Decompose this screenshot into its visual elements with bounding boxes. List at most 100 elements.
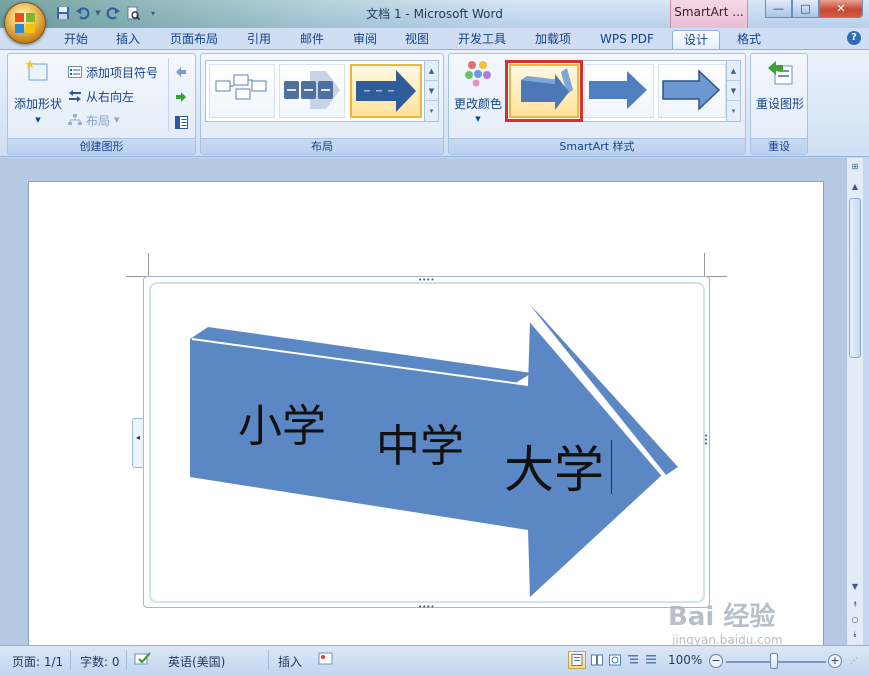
close-button[interactable]: ✕ <box>819 0 863 18</box>
ruler-toggle-icon[interactable]: ⊞ <box>847 160 863 174</box>
text-pane-button[interactable] <box>175 112 188 132</box>
vertical-scrollbar[interactable]: ⊞ ▲ ▼ ⯭ ○ ⯯ <box>846 158 863 645</box>
zoom-out-button[interactable]: − <box>709 654 723 668</box>
style-option-3d-polished[interactable] <box>505 60 583 122</box>
browse-object-icon[interactable]: ○ <box>847 613 863 627</box>
full-screen-reading-view-button[interactable] <box>588 651 606 669</box>
tab-review[interactable]: 审阅 <box>345 30 385 49</box>
text-pane-icon <box>175 115 188 129</box>
zoom-slider-thumb[interactable] <box>770 653 778 669</box>
style-option-outlined[interactable] <box>658 64 726 118</box>
group-reset: 重设图形 重设 <box>750 53 808 155</box>
status-divider <box>268 650 269 670</box>
scroll-down-icon[interactable]: ▼ <box>847 580 863 594</box>
minimize-button[interactable]: — <box>765 0 792 18</box>
reset-graphic-button[interactable]: 重设图形 <box>753 58 807 112</box>
layouts-gallery-scroll: ▲ ▼ ▾ <box>424 61 438 121</box>
tab-add-ins[interactable]: 加载项 <box>527 30 579 49</box>
help-icon[interactable]: ? <box>847 31 861 45</box>
macro-record-icon[interactable] <box>318 651 334 670</box>
text-pane-toggle[interactable]: ◂ <box>132 418 144 468</box>
text-cursor <box>611 440 612 494</box>
arrow-text-university[interactable]: 大学 <box>504 430 604 502</box>
tab-view[interactable]: 视图 <box>397 30 437 49</box>
layout-option-upward-arrow[interactable] <box>350 64 422 118</box>
tab-mailings[interactable]: 邮件 <box>292 30 332 49</box>
bullet-list-icon <box>68 66 82 78</box>
style-option-flat[interactable] <box>584 64 654 118</box>
resize-handle-top[interactable]: •••• <box>418 277 435 284</box>
resize-handle-bottom[interactable]: •••• <box>418 604 435 611</box>
layout-label: 布局 <box>86 113 111 128</box>
window-controls: — □ ✕ <box>765 0 863 18</box>
reset-graphic-icon <box>768 61 793 85</box>
print-layout-icon <box>571 654 583 666</box>
word-counter[interactable]: 字数: 0 <box>80 653 120 670</box>
tab-wps-pdf[interactable]: WPS PDF <box>592 30 662 49</box>
resize-handle-right[interactable]: • • • <box>704 433 708 448</box>
org-chart-icon <box>68 114 82 126</box>
flat-arrow-style-thumb-icon <box>589 71 647 109</box>
gallery-more-icon[interactable]: ▾ <box>727 101 740 121</box>
gallery-more-icon[interactable]: ▾ <box>425 101 438 121</box>
swap-arrows-icon <box>68 90 82 102</box>
reset-graphic-label: 重设图形 <box>755 97 804 111</box>
previous-page-icon[interactable]: ⯭ <box>847 598 863 612</box>
change-colors-dropdown-icon: ▼ <box>475 115 481 123</box>
outlined-arrow-style-thumb-icon <box>662 69 721 111</box>
ribbon: 添加形状 ▼ 添加项目符号 从右向左 布局 ▼ 创建图形 ▲ ▼ ▾ 布局 更改… <box>0 49 869 157</box>
draft-view-button[interactable] <box>642 651 660 669</box>
scroll-thumb[interactable] <box>849 198 861 358</box>
tab-insert[interactable]: 插入 <box>108 30 148 49</box>
status-divider <box>126 650 127 670</box>
add-bullet-button[interactable]: 添加项目符号 <box>68 62 158 82</box>
change-colors-button[interactable]: 更改颜色 ▼ <box>451 58 505 123</box>
gallery-scroll-down-icon[interactable]: ▼ <box>425 81 438 101</box>
tab-developer[interactable]: 开发工具 <box>450 30 514 49</box>
watermark-brand: Bai 经验 <box>668 602 776 632</box>
group-label-smartart-styles: SmartArt 样式 <box>449 138 745 154</box>
print-layout-view-button[interactable] <box>568 651 586 669</box>
tab-page-layout[interactable]: 页面布局 <box>162 30 226 49</box>
tab-home[interactable]: 开始 <box>56 30 96 49</box>
web-layout-icon <box>609 654 621 666</box>
proofing-icon[interactable] <box>134 651 152 670</box>
zoom-in-button[interactable]: + <box>828 654 842 668</box>
color-palette-icon <box>465 61 491 87</box>
web-layout-view-button[interactable] <box>606 651 624 669</box>
demote-button[interactable] <box>175 87 187 107</box>
tab-design[interactable]: 设计 <box>672 30 720 49</box>
office-button[interactable] <box>4 2 46 44</box>
page-counter[interactable]: 页面: 1/1 <box>12 653 63 670</box>
group-create-graphic: 添加形状 ▼ 添加项目符号 从右向左 布局 ▼ 创建图形 <box>7 53 196 155</box>
insert-mode-indicator[interactable]: 插入 <box>278 653 302 670</box>
reading-view-icon <box>591 654 603 666</box>
resize-grip-icon[interactable]: ⋰ <box>850 656 858 665</box>
add-shape-button[interactable]: 添加形状 ▼ <box>12 58 64 124</box>
right-to-left-label: 从右向左 <box>86 89 135 104</box>
outline-view-button[interactable] <box>624 651 642 669</box>
next-page-icon[interactable]: ⯯ <box>847 628 863 642</box>
status-bar: 页面: 1/1 字数: 0 英语(美国) 插入 100% − + ⋰ <box>0 645 869 675</box>
gallery-scroll-up-icon[interactable]: ▲ <box>727 61 740 81</box>
gallery-scroll-down-icon[interactable]: ▼ <box>727 81 740 101</box>
language-indicator[interactable]: 英语(美国) <box>168 653 225 670</box>
maximize-button[interactable]: □ <box>792 0 819 18</box>
smartart-tools-context-tab: SmartArt ... <box>670 0 748 28</box>
zoom-level[interactable]: 100% <box>668 653 702 667</box>
add-shape-icon <box>25 60 48 81</box>
tab-format[interactable]: 格式 <box>727 30 771 49</box>
arrow-text-middle-school[interactable]: 中学 <box>376 410 464 474</box>
gallery-scroll-up-icon[interactable]: ▲ <box>425 61 438 81</box>
layout-button[interactable]: 布局 ▼ <box>68 110 119 130</box>
layout-option-chevron-process[interactable] <box>279 64 345 118</box>
styles-gallery-scroll: ▲ ▼ ▾ <box>726 61 740 121</box>
right-to-left-button[interactable]: 从右向左 <box>68 86 134 106</box>
promote-button[interactable] <box>175 62 187 82</box>
scroll-up-icon[interactable]: ▲ <box>847 180 863 194</box>
arrow-text-primary-school[interactable]: 小学 <box>238 390 326 454</box>
layout-option-connected-boxes[interactable] <box>209 64 275 118</box>
group-label-layouts: 布局 <box>201 138 443 154</box>
layouts-gallery: ▲ ▼ ▾ <box>205 60 439 122</box>
tab-references[interactable]: 引用 <box>239 30 279 49</box>
